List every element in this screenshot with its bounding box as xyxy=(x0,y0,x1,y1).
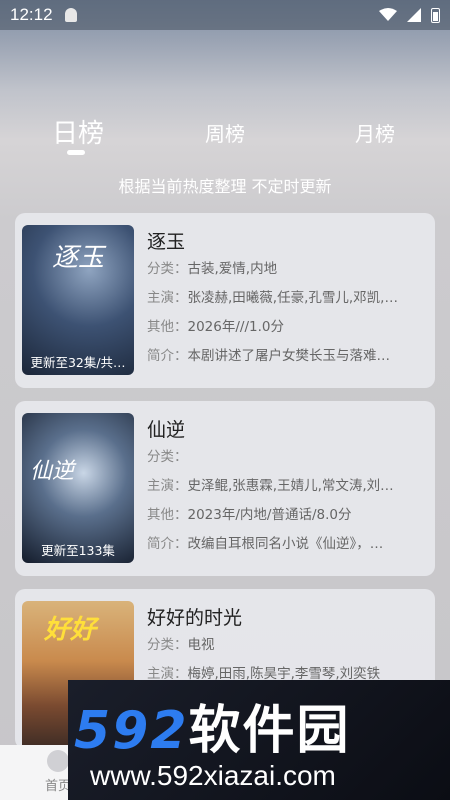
watermark-number: 592 xyxy=(74,701,189,761)
tab-daily[interactable]: 日榜 xyxy=(52,113,104,150)
list-item[interactable]: 仙逆 更新至133集 仙逆 分类： 主演：史泽鲲,张惠霖,王婧儿,常文涛,刘… … xyxy=(15,401,435,576)
status-bar: 12:12 xyxy=(0,0,450,30)
update-badge: 更新至133集 xyxy=(41,543,115,558)
list-item[interactable]: 逐玉 更新至32集/共… 逐玉 分类：古装,爱情,内地 主演：张凌赫,田曦薇,任… xyxy=(15,213,435,388)
item-category: 分类： xyxy=(147,449,188,465)
watermark-url: www.592xiazai.com xyxy=(90,760,336,791)
watermark-text: 软件园 xyxy=(188,701,351,761)
signal-icon xyxy=(407,8,421,22)
update-badge: 更新至32集/共… xyxy=(30,355,126,370)
item-other: 其他：2026年///1.0分 xyxy=(147,319,284,335)
notification-bell-icon xyxy=(64,8,77,22)
home-icon xyxy=(47,750,69,772)
item-other: 其他：2023年/内地/普通话/8.0分 xyxy=(147,507,352,523)
tab-monthly[interactable]: 月榜 xyxy=(355,118,395,147)
poster-image[interactable]: 逐玉 更新至32集/共… xyxy=(22,225,134,375)
poster-title: 逐玉 xyxy=(52,243,105,273)
poster-title: 好好 xyxy=(44,615,97,645)
poster-title: 仙逆 xyxy=(30,459,75,484)
poster-image[interactable]: 仙逆 更新至133集 xyxy=(22,413,134,563)
tab-indicator xyxy=(67,150,85,155)
item-intro: 简介：改编自耳根同名小说《仙逆》，… xyxy=(147,536,384,552)
wifi-icon xyxy=(379,8,397,21)
ranking-subtitle: 根据当前热度整理 不定时更新 xyxy=(118,177,332,196)
item-title[interactable]: 好好的时光 xyxy=(147,605,427,631)
item-title[interactable]: 仙逆 xyxy=(147,417,427,443)
status-icons xyxy=(379,7,440,23)
item-cast: 主演：史泽鲲,张惠霖,王婧儿,常文涛,刘… xyxy=(147,478,394,494)
battery-icon xyxy=(431,7,440,23)
item-intro: 简介：本剧讲述了屠户女樊长玉与落难… xyxy=(147,348,390,364)
tab-weekly[interactable]: 周榜 xyxy=(205,118,245,147)
status-time: 12:12 xyxy=(10,5,53,24)
item-title[interactable]: 逐玉 xyxy=(147,229,427,255)
item-category: 分类：古装,爱情,内地 xyxy=(147,261,278,277)
item-cast: 主演：张凌赫,田曦薇,任豪,孔雪儿,邓凯,… xyxy=(147,290,398,306)
watermark-logo: 592软件园 www.592xiazai.com xyxy=(68,680,450,800)
item-category: 分类：电视 xyxy=(147,637,215,653)
